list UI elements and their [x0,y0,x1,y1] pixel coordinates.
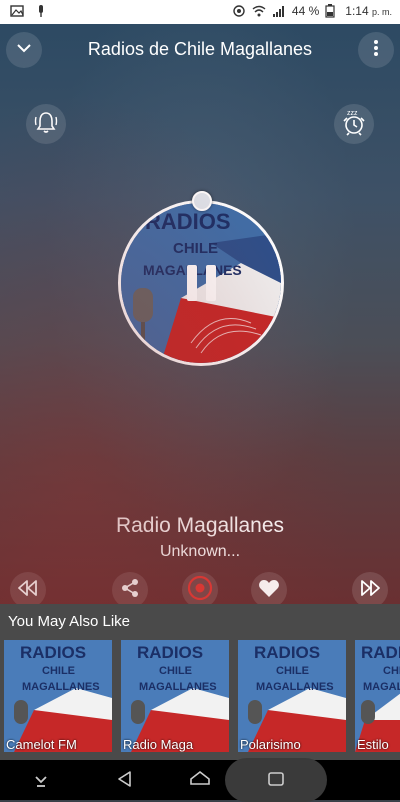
station-art: RADIOS CHILE MAGALLANES [238,640,346,752]
hide-nav-button[interactable] [33,772,49,793]
art-line2: CHILE [159,665,192,677]
recommendations-section: You May Also Like RADIOS CHILE MAGALLANE… [0,604,400,760]
cover-text-line2: CHILE [173,240,218,257]
art-line3: MAGALLANES [256,681,334,693]
share-icon [120,578,140,603]
cover-text-line1: RADIOS [145,209,231,234]
player-screen: Radios de Chile Magallanes zzz RADIOS CH… [0,24,400,608]
art-line1: RADIOS [361,643,400,662]
recommendation-card-estilo[interactable]: RADIOS CHILE MAGALLANES Estilo [355,640,400,752]
art-line3: MAGALLANES [22,681,100,693]
next-button[interactable] [352,572,388,608]
recommendation-card-radio-maga[interactable]: RADIOS CHILE MAGALLANES Radio Maga [121,640,229,752]
station-art: RADIOS CHILE MAGALLANES [355,640,400,752]
cover-art: RADIOS CHILE MAGALLANES [118,200,284,366]
previous-button[interactable] [10,572,46,608]
alarm-button[interactable] [26,104,66,144]
share-button[interactable] [112,572,148,608]
battery-level: 44 % [291,4,320,18]
player-header: Radios de Chile Magallanes [0,24,400,76]
more-vert-icon [373,39,379,62]
status-bar: 44 % 1:14 p. m. [0,0,400,24]
signal-icon [272,4,286,18]
station-name: Radio Magallanes [115,514,285,537]
back-button[interactable] [116,770,134,793]
section-title: You May Also Like [8,613,131,630]
sleep-timer-button[interactable]: zzz [334,104,374,144]
bell-icon [33,109,59,140]
favorite-button[interactable] [251,572,287,608]
home-icon [189,770,211,792]
rewind-icon [16,579,40,602]
collapse-button[interactable] [6,32,42,68]
recommendation-card-camelot-fm[interactable]: RADIOS CHILE MAGALLANES Camelot FM [4,640,112,752]
recommendation-card-polarisimo[interactable]: RADIOS CHILE MAGALLANES Polarisimo [238,640,346,752]
station-artwork[interactable]: RADIOS CHILE MAGALLANES [118,191,284,366]
art-line1: RADIOS [137,643,203,662]
card-label: Radio Maga [123,737,194,752]
card-label: Polarisimo [240,737,301,752]
track-subtitle: Unknown... [159,543,241,560]
art-line3: MAGALLANES [139,681,217,693]
wifi-icon [252,4,266,18]
chevron-down-icon [33,775,49,792]
card-label: Estilo [357,737,389,752]
pause-icon[interactable] [187,265,217,301]
station-art: RADIOS CHILE MAGALLANES [4,640,112,752]
clock: 1:14 p. m. [345,4,392,18]
page-title: Radios de Chile Magallanes [87,39,313,59]
recents-button[interactable] [225,758,327,802]
progress-knob[interactable] [192,191,212,211]
art-line2: CHILE [42,665,75,677]
system-nav-bar [0,758,400,802]
mic-notification-icon [34,4,48,18]
recents-icon [268,771,284,792]
art-line1: RADIOS [254,643,320,662]
art-line3: MAGALLANES [363,681,400,693]
svg-text:zzz: zzz [347,110,358,117]
record-button[interactable] [182,572,218,608]
back-triangle-icon [116,771,134,792]
sync-icon [232,4,246,18]
record-icon [187,575,213,606]
image-notification-icon [10,4,24,18]
art-line2: CHILE [383,665,400,677]
chevron-down-icon [15,39,33,62]
clock-ampm: p. m. [371,7,392,17]
battery-icon [325,4,339,18]
card-label: Camelot FM [6,737,77,752]
art-line2: CHILE [276,665,309,677]
sleep-alarm-icon: zzz [341,108,367,141]
art-line1: RADIOS [20,643,86,662]
more-options-button[interactable] [358,32,394,68]
home-button[interactable] [189,770,211,793]
recommendations-list: RADIOS CHILE MAGALLANES Camelot FM RADIO… [4,640,400,752]
clock-time: 1:14 [345,4,369,18]
heart-icon [258,578,280,603]
fast-forward-icon [358,579,382,602]
station-art: RADIOS CHILE MAGALLANES [121,640,229,752]
